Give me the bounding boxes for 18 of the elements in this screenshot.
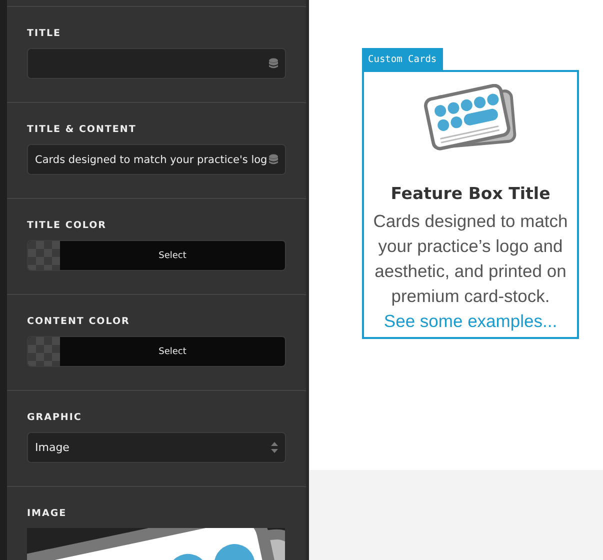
select-field[interactable]: Image <box>27 432 286 463</box>
image-preview[interactable] <box>27 528 285 560</box>
feature-title: Feature Box Title <box>390 184 550 203</box>
text-field[interactable] <box>27 48 286 79</box>
field-label: GRAPHIC <box>27 412 83 423</box>
database-icon <box>269 58 278 69</box>
field-label: TITLE & CONTENT <box>27 124 138 135</box>
database-icon <box>269 154 278 165</box>
field-label: TITLE <box>27 28 62 39</box>
color-swatch[interactable] <box>28 337 60 366</box>
field-label: CONTENT COLOR <box>27 316 131 327</box>
text-field[interactable]: Cards designed to match your practice's log <box>27 144 286 175</box>
color-swatch[interactable] <box>28 241 60 270</box>
feature-text: Cards designed to match your practice’s logo and aesthetic, and printed on premium card-stock. See some examples... <box>372 210 569 333</box>
field-label: IMAGE <box>27 508 68 519</box>
up-down-icon <box>271 442 278 453</box>
field-label: TITLE COLOR <box>27 220 108 231</box>
card-tag: Custom Cards <box>362 48 443 70</box>
